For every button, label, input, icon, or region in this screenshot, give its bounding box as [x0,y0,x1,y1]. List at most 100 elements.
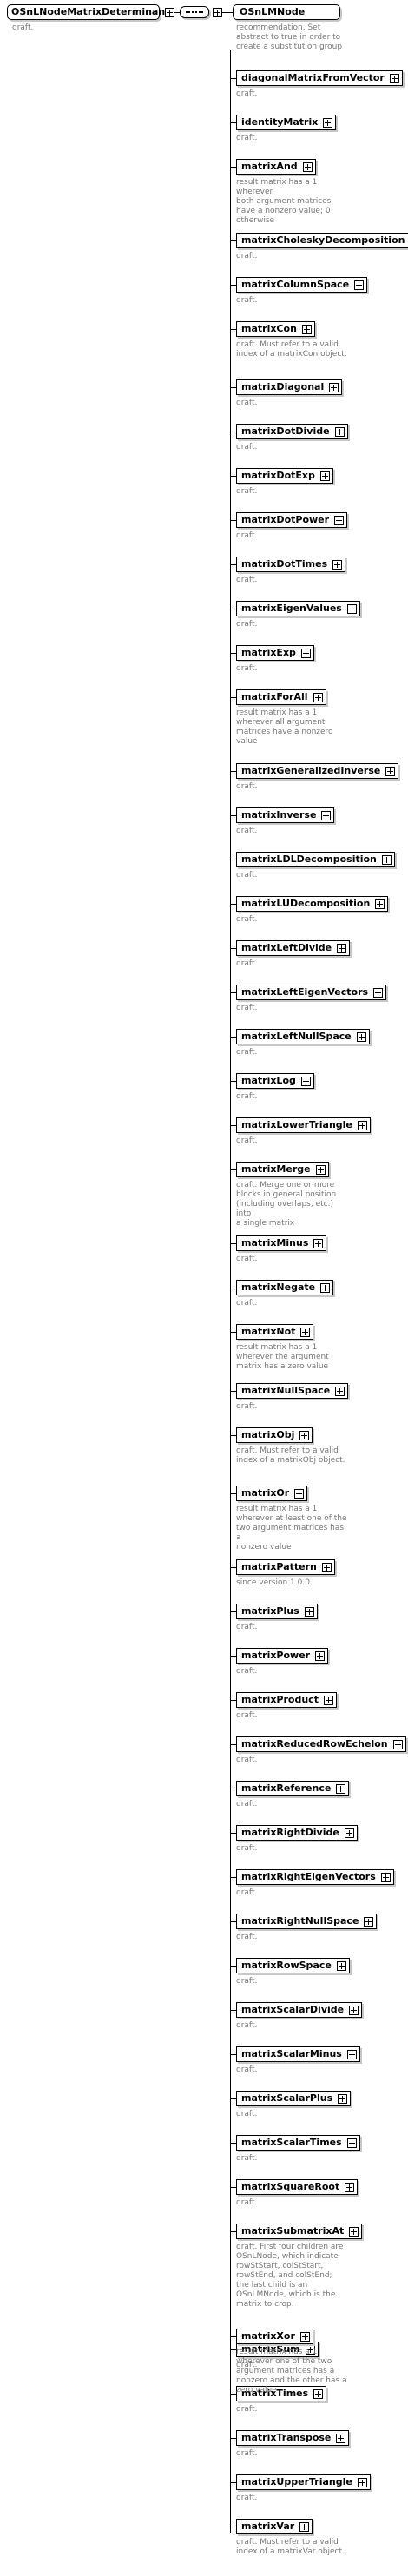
element-box[interactable]: diagonalMatrixFromVector [236,70,403,86]
element-box[interactable]: matrixLeftNullSpace [236,1029,370,1044]
element-box[interactable]: matrixLDLDecomposition [236,852,395,867]
element-box[interactable]: matrixGeneralizedInverse [236,763,399,779]
element-box[interactable]: matrixColumnSpace [236,277,368,293]
expand-icon[interactable] [299,1431,310,1440]
expand-icon[interactable] [373,988,384,998]
element-box[interactable]: matrixMerge [236,1162,329,1177]
expand-icon[interactable] [357,2478,367,2487]
element-box[interactable]: matrixDotExp [236,468,333,484]
expand-icon[interactable] [323,118,333,128]
element-box[interactable]: matrixInverse [236,807,335,823]
element-box[interactable]: matrixDotTimes [236,557,346,572]
expand-icon[interactable] [380,1873,391,1882]
sequence-collapse-icon[interactable] [213,8,222,17]
element-box[interactable]: matrixProduct [236,1692,337,1708]
expand-icon[interactable] [336,2434,346,2443]
element-box[interactable]: identityMatrix [236,115,337,130]
expand-icon[interactable] [300,649,311,658]
element-box[interactable]: matrixVar [236,2519,313,2534]
expand-icon[interactable] [301,325,312,334]
expand-icon[interactable] [349,2227,359,2237]
expand-icon[interactable] [354,280,365,290]
expand-icon[interactable] [357,1121,367,1130]
expand-icon[interactable] [335,1387,345,1396]
element-box[interactable]: matrixRightDivide [236,1825,358,1841]
element-box[interactable]: matrixRightNullSpace [236,1914,378,1929]
element-box[interactable]: matrixSquareRoot [236,2179,359,2195]
expand-icon[interactable] [344,1828,354,1838]
expand-icon[interactable] [375,899,385,909]
expand-icon[interactable] [299,2522,310,2532]
expand-icon[interactable] [346,604,357,614]
expand-icon[interactable] [356,1032,366,1042]
element-box[interactable]: matrixPower [236,1648,329,1664]
sequence-compositor[interactable] [180,6,209,18]
root-expand-icon[interactable] [165,8,174,17]
element-box[interactable]: matrixScalarTimes [236,2135,360,2151]
expand-icon[interactable] [319,471,330,481]
expand-icon[interactable] [392,1740,403,1749]
expand-icon[interactable] [338,2094,348,2104]
element-box[interactable]: matrixAnd [236,159,316,175]
element-box[interactable]: matrixMinus [236,1235,327,1251]
element-box[interactable]: matrixScalarMinus [236,2046,360,2062]
element-box[interactable]: matrixLeftDivide [236,940,351,956]
expand-icon[interactable] [313,693,323,702]
element-box[interactable]: matrixLUDecomposition [236,896,389,912]
expand-icon[interactable] [336,1784,346,1794]
element-box[interactable]: matrixScalarDivide [236,2002,363,2018]
element-box[interactable]: matrixNullSpace [236,1383,349,1399]
element-box[interactable]: matrixScalarPlus [236,2091,352,2106]
element-box[interactable]: matrixLeftEigenVectors [236,985,387,1000]
expand-icon[interactable] [334,427,345,437]
element-box[interactable]: matrixSubmatrixAt [236,2224,363,2239]
expand-icon[interactable] [300,1077,311,1086]
element-box[interactable]: matrixRowSpace [236,1958,350,1973]
expand-icon[interactable] [329,383,339,392]
expand-icon[interactable] [346,2138,357,2148]
expand-icon[interactable] [345,2183,355,2192]
expand-icon[interactable] [315,1651,326,1661]
expand-icon[interactable] [336,1961,346,1971]
expand-icon[interactable] [364,1917,374,1927]
expand-icon[interactable] [385,767,396,776]
element-box[interactable]: matrixReference [236,1781,350,1796]
element-box[interactable]: matrixPlus [236,1604,318,1619]
expand-icon[interactable] [337,944,347,953]
element-box[interactable]: matrixXor [236,2329,313,2344]
expand-icon[interactable] [300,1328,311,1337]
element-box[interactable]: matrixOr [236,1486,308,1501]
expand-icon[interactable] [346,2050,357,2059]
expand-icon[interactable] [304,1607,314,1617]
expand-icon[interactable] [299,2332,310,2342]
element-box[interactable]: matrixUpperTriangle [236,2474,371,2490]
expand-icon[interactable] [381,855,392,865]
expand-icon[interactable] [302,162,313,172]
expand-icon[interactable] [320,1283,331,1293]
expand-icon[interactable] [321,811,332,820]
element-box[interactable]: matrixCon [236,321,315,337]
element-box[interactable]: matrixExp [236,645,314,661]
element-box[interactable]: matrixTranspose [236,2430,350,2446]
element-box[interactable]: matrixObj [236,1427,313,1443]
expand-icon[interactable] [313,1239,324,1248]
element-box[interactable]: matrixNegate [236,1280,334,1295]
element-box[interactable]: matrixDotDivide [236,424,348,439]
expand-icon[interactable] [389,74,399,83]
expand-icon[interactable] [294,1489,305,1499]
element-box[interactable]: matrixLowerTriangle [236,1117,371,1133]
expand-icon[interactable] [323,1696,333,1705]
expand-icon[interactable] [332,560,343,570]
element-box[interactable]: matrixNot [236,1324,314,1340]
element-box[interactable]: matrixLog [236,1073,314,1089]
expand-icon[interactable] [315,1165,326,1175]
element-box[interactable]: matrixDiagonal [236,379,343,395]
element-box[interactable]: matrixForAll [236,689,326,705]
element-box[interactable]: matrixPattern [236,1559,335,1575]
element-box[interactable]: matrixCholeskyDecomposition [236,233,408,248]
element-box[interactable]: matrixRightEigenVectors [236,1869,394,1885]
expand-icon[interactable] [321,1563,332,1572]
element-box[interactable]: matrixReducedRowEchelon [236,1736,406,1752]
element-box[interactable]: matrixDotPower [236,512,348,528]
expand-icon[interactable] [334,516,345,525]
